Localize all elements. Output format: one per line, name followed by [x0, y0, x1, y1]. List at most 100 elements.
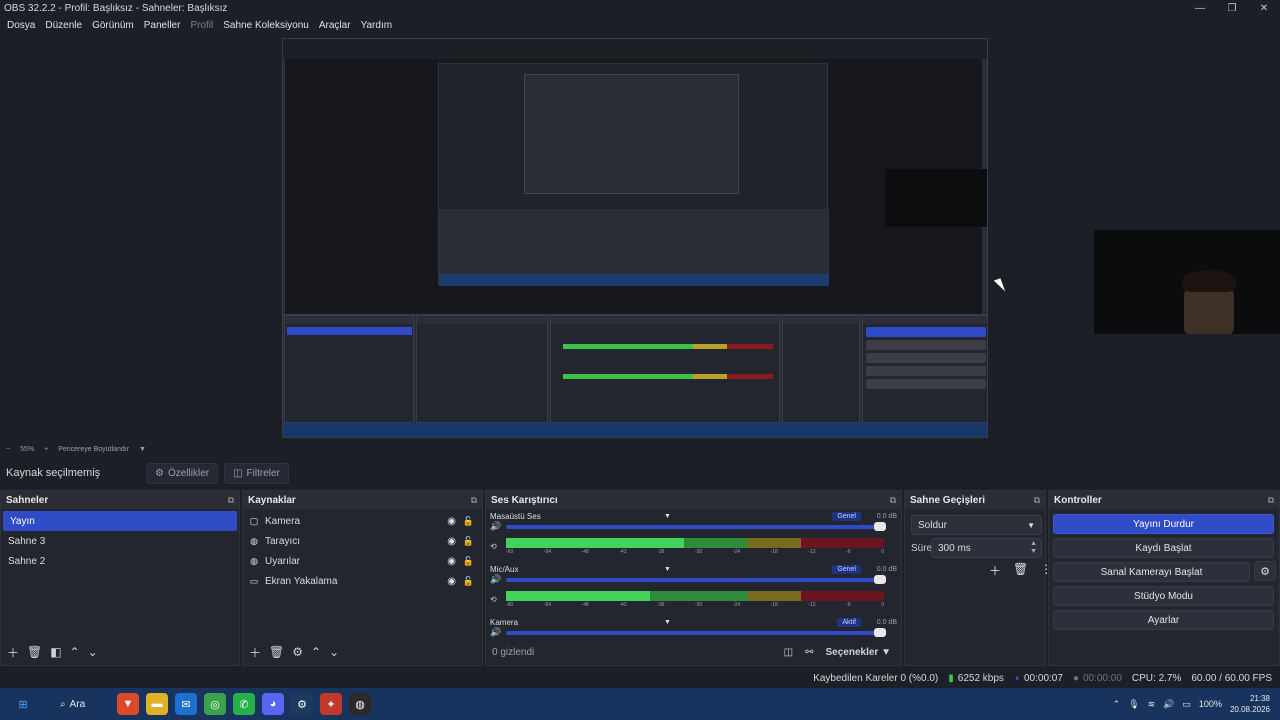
options-button[interactable]: Seçenekler ▼: [825, 647, 891, 658]
speaker-icon[interactable]: 🔊: [490, 521, 501, 532]
virtual-cam-button[interactable]: Sanal Kamerayı Başlat: [1053, 562, 1250, 582]
meter-tick-label: -48: [581, 602, 589, 608]
menu-araclar[interactable]: Araçlar: [314, 20, 356, 31]
channel-badge[interactable]: Genel: [832, 511, 861, 521]
eye-icon[interactable]: ◉: [447, 536, 456, 547]
stop-stream-button[interactable]: Yayını Durdur: [1053, 514, 1274, 534]
chevron-down-icon[interactable]: ▼: [139, 446, 146, 453]
volume-slider[interactable]: [506, 628, 886, 637]
channel-badge[interactable]: Genel: [832, 564, 861, 574]
spinner-icon[interactable]: ▲ ▼: [1030, 540, 1037, 556]
slider-knob[interactable]: [874, 575, 886, 584]
game-icon[interactable]: ✦: [320, 693, 342, 715]
source-item-tarayici[interactable]: ◍ Tarayıcı ◉ 🔓: [243, 531, 482, 551]
lock-icon[interactable]: 🔓: [463, 536, 474, 547]
undock-icon[interactable]: ⧉: [471, 495, 477, 506]
meter-tick-label: -6: [846, 602, 851, 608]
scene-item-sahne-2[interactable]: Sahne 2: [1, 551, 239, 571]
undock-icon[interactable]: ⧉: [1034, 495, 1040, 506]
menu-yardim[interactable]: Yardım: [356, 20, 398, 31]
source-item-ekran-yakalama[interactable]: ▭ Ekran Yakalama ◉ 🔓: [243, 571, 482, 591]
trash-icon[interactable]: 🗑: [1013, 562, 1028, 579]
chevron-down-icon[interactable]: ▼: [664, 566, 671, 573]
cpu-usage: CPU: 2.7%: [1131, 672, 1182, 684]
trash-icon[interactable]: 🗑: [269, 645, 284, 659]
obs-icon[interactable]: ◍: [349, 693, 371, 715]
audio-config-icon[interactable]: ⟲: [490, 542, 497, 551]
undock-icon[interactable]: ⧉: [1268, 495, 1274, 506]
layout-icon[interactable]: ◫: [784, 647, 793, 658]
audio-config-icon[interactable]: ⟲: [490, 595, 497, 604]
speaker-icon[interactable]: 🔊: [1163, 699, 1174, 710]
chrome-icon[interactable]: ◎: [204, 693, 226, 715]
virtual-cam-settings-icon[interactable]: ⚙: [1254, 561, 1276, 581]
link-icon[interactable]: ⚯: [805, 647, 813, 658]
duration-input[interactable]: 300 ms ▲ ▼: [931, 538, 1042, 558]
whatsapp-icon[interactable]: ✆: [233, 693, 255, 715]
lock-icon[interactable]: 🔓: [463, 576, 474, 587]
clock[interactable]: 21:38 20.08.2026: [1230, 693, 1270, 715]
source-item-uyarilar[interactable]: ◍ Uyarılar ◉ 🔓: [243, 551, 482, 571]
trash-icon[interactable]: 🗑: [27, 645, 42, 659]
eye-icon[interactable]: ◉: [447, 516, 456, 527]
slider-knob[interactable]: [874, 628, 886, 637]
maximize-icon[interactable]: ❐: [1216, 0, 1248, 16]
zoom-out-button[interactable]: −: [6, 446, 10, 453]
folder-icon[interactable]: ▬: [146, 693, 168, 715]
undock-icon[interactable]: ⧉: [228, 495, 234, 506]
mic-icon[interactable]: 🎙: [1128, 699, 1139, 710]
scene-item-yayin[interactable]: Yayın: [3, 511, 237, 531]
add-icon[interactable]: ＋: [7, 644, 19, 661]
undock-icon[interactable]: ⧉: [890, 495, 896, 506]
windows-start-icon[interactable]: ⊞: [12, 693, 34, 715]
brave-icon[interactable]: ▼: [117, 693, 139, 715]
volume-slider[interactable]: [506, 575, 886, 584]
lock-icon[interactable]: 🔓: [463, 556, 474, 567]
speaker-icon[interactable]: 🔊: [490, 627, 501, 638]
mail-icon[interactable]: ✉: [175, 693, 197, 715]
discord-icon[interactable]: ◕: [262, 693, 284, 715]
duration-label: Süre: [911, 542, 933, 554]
transition-select[interactable]: Soldur ▼: [911, 515, 1042, 535]
minimize-icon[interactable]: —: [1184, 0, 1216, 16]
speaker-icon[interactable]: 🔊: [490, 574, 501, 585]
move-down-icon[interactable]: ⌄: [329, 645, 339, 659]
wifi-icon[interactable]: ≋: [1148, 699, 1156, 710]
move-up-icon[interactable]: ⌃: [311, 645, 321, 659]
scene-item-sahne-3[interactable]: Sahne 3: [1, 531, 239, 551]
menu-duzenle[interactable]: Düzenle: [40, 20, 87, 31]
studio-mode-button[interactable]: Stüdyo Modu: [1053, 586, 1274, 606]
chevron-down-icon[interactable]: ▼: [664, 513, 671, 520]
gear-icon[interactable]: ⚙: [292, 645, 303, 659]
menu-gorunum[interactable]: Görünüm: [87, 20, 139, 31]
nested-inner-docks: [439, 209, 829, 279]
menu-sahne-koleksiyonu[interactable]: Sahne Koleksiyonu: [218, 20, 314, 31]
taskbar-search[interactable]: ⌕ Ara: [60, 699, 110, 710]
fit-to-window-label[interactable]: Pencereye Boyutlandır: [58, 446, 129, 453]
scene-filter-icon[interactable]: ◧: [50, 645, 61, 659]
add-icon[interactable]: ＋: [989, 562, 1001, 579]
add-icon[interactable]: ＋: [249, 644, 261, 661]
properties-button[interactable]: ⚙ Özellikler: [146, 462, 219, 484]
lock-icon[interactable]: 🔓: [463, 516, 474, 527]
move-up-icon[interactable]: ⌃: [70, 645, 80, 659]
source-item-kamera[interactable]: ▢ Kamera ◉ 🔓: [243, 511, 482, 531]
start-record-button[interactable]: Kaydı Başlat: [1053, 538, 1274, 558]
channel-badge[interactable]: Aktif: [837, 617, 861, 627]
close-icon[interactable]: ✕: [1248, 0, 1280, 16]
filters-button[interactable]: ◫ Filtreler: [224, 462, 289, 484]
eye-icon[interactable]: ◉: [447, 576, 456, 587]
volume-slider[interactable]: [506, 522, 886, 531]
menu-profil[interactable]: Profil: [185, 20, 218, 31]
steam-icon[interactable]: ⚙: [291, 693, 313, 715]
menu-dosya[interactable]: Dosya: [2, 20, 40, 31]
settings-button[interactable]: Ayarlar: [1053, 610, 1274, 630]
zoom-in-button[interactable]: +: [44, 446, 48, 453]
menu-paneller[interactable]: Paneller: [139, 20, 186, 31]
slider-knob[interactable]: [874, 522, 886, 531]
eye-icon[interactable]: ◉: [447, 556, 456, 567]
chevron-down-icon[interactable]: ▼: [664, 619, 671, 626]
chevron-up-icon[interactable]: ⌃: [1113, 699, 1121, 710]
move-down-icon[interactable]: ⌄: [88, 645, 98, 659]
battery-icon[interactable]: ▭: [1182, 699, 1191, 710]
